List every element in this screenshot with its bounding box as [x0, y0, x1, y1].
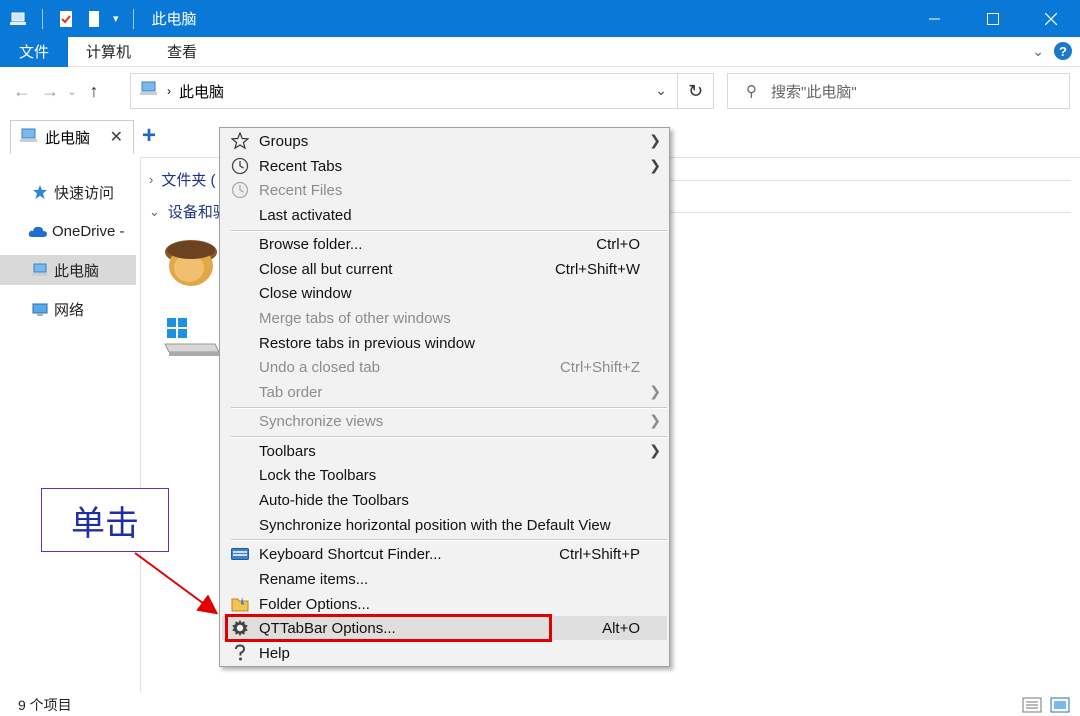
nav-label: 此电脑 [54, 262, 100, 280]
expand-ribbon-chevron-icon[interactable]: ⌄ [1032, 43, 1044, 60]
item-count: 9 个项目 [18, 697, 72, 713]
toolbar-separator [132, 8, 134, 29]
star-icon [30, 184, 50, 200]
status-bar: 9 个项目 [0, 694, 1080, 716]
recent-locations-chevron-icon[interactable]: ⌄ [64, 85, 80, 98]
submenu-arrow-icon: ❯ [649, 132, 661, 148]
computer-icon [139, 81, 159, 101]
menu-item-merge-tabs[interactable]: Merge tabs of other windows [222, 306, 667, 330]
address-bar[interactable]: › 此电脑 ⌄ ↻ [130, 73, 714, 109]
nav-label: 网络 [54, 301, 85, 319]
quick-access-toolbar: ▾ 此电脑 [0, 0, 197, 37]
menu-separator [231, 436, 667, 438]
clock-icon [230, 156, 250, 176]
submenu-arrow-icon: ❯ [649, 412, 661, 428]
back-arrow-icon[interactable]: ← [8, 81, 36, 102]
maximize-button[interactable] [964, 0, 1022, 37]
menu-item-close-window[interactable]: Close window [222, 281, 667, 305]
new-folder-icon[interactable] [85, 10, 103, 28]
details-view-icon[interactable] [1022, 697, 1042, 716]
close-button[interactable] [1022, 0, 1080, 37]
menu-item-browse-folder[interactable]: Browse folder... Ctrl+O [222, 232, 667, 256]
forward-arrow-icon[interactable]: → [36, 81, 64, 102]
minimize-button[interactable] [906, 0, 964, 37]
nav-label: OneDrive - [52, 222, 125, 240]
properties-icon[interactable] [57, 10, 75, 28]
drive-icon-acorn[interactable] [161, 230, 221, 294]
search-box[interactable]: ⚲ 搜索"此电脑" [727, 73, 1070, 109]
navigation-pane: 快速访问 OneDrive - 此电脑 网络 [0, 157, 137, 692]
folder-options-icon [230, 594, 250, 614]
tab-this-pc[interactable]: 此电脑 ✕ [10, 120, 134, 154]
menu-item-last-activated[interactable]: Last activated [222, 203, 667, 227]
cloud-icon [28, 224, 48, 238]
breadcrumb-separator-icon: › [167, 84, 171, 98]
keyboard-icon [230, 544, 250, 564]
submenu-arrow-icon: ❯ [649, 383, 661, 399]
tab-view[interactable]: 查看 [149, 37, 215, 67]
star-outline-icon [230, 131, 250, 151]
chevron-right-icon: › [149, 172, 154, 187]
customize-chevron-icon[interactable]: ▾ [113, 12, 119, 25]
click-annotation-label: 单击 [41, 488, 169, 552]
large-icons-view-icon[interactable] [1050, 697, 1070, 716]
menu-item-close-all-but-current[interactable]: Close all but current Ctrl+Shift+W [222, 257, 667, 281]
window-title: 此电脑 [151, 11, 197, 28]
menu-item-undo-closed-tab[interactable]: Undo a closed tab Ctrl+Shift+Z [222, 355, 667, 379]
computer-icon [19, 128, 39, 148]
drive-icon-windows[interactable] [163, 314, 221, 362]
menu-item-lock-toolbars[interactable]: Lock the Toolbars [222, 463, 667, 487]
submenu-arrow-icon: ❯ [649, 157, 661, 173]
address-dropdown-chevron-icon[interactable]: ⌄ [655, 82, 667, 99]
toolbar-separator [42, 8, 43, 29]
refresh-icon[interactable]: ↻ [677, 74, 713, 108]
menu-item-recent-files[interactable]: Recent Files [222, 178, 667, 202]
help-icon [230, 643, 250, 663]
group-header-folders[interactable]: › 文件夹 ( [149, 169, 216, 190]
qttabbar-context-menu: Groups ❯ Recent Tabs ❯ Recent Files Last… [219, 127, 670, 667]
network-icon [30, 301, 50, 317]
close-tab-icon[interactable]: ✕ [110, 127, 123, 147]
menu-item-rename-items[interactable]: Rename items... [222, 567, 667, 591]
clock-icon [230, 180, 250, 200]
computer-icon[interactable] [10, 10, 28, 28]
nav-label: 快速访问 [54, 184, 115, 202]
computer-icon [30, 263, 50, 277]
tab-file[interactable]: 文件 [0, 36, 68, 67]
ribbon-tabs: 文件 计算机 查看 ⌄ ? [0, 36, 1080, 67]
nav-item-network[interactable]: 网络 [0, 294, 136, 324]
tab-computer[interactable]: 计算机 [68, 37, 149, 67]
help-icon[interactable]: ? [1054, 42, 1072, 60]
submenu-arrow-icon: ❯ [649, 442, 661, 458]
address-row: ← → ⌄ ↑ › 此电脑 ⌄ ↻ ⚲ 搜索"此电脑" [0, 68, 1080, 114]
menu-item-recent-tabs[interactable]: Recent Tabs ❯ [222, 154, 667, 178]
menu-item-sync-horizontal-position[interactable]: Synchronize horizontal position with the… [222, 513, 667, 537]
breadcrumb-this-pc[interactable]: 此电脑 [179, 81, 224, 102]
add-tab-button[interactable]: + [142, 122, 156, 150]
menu-item-help[interactable]: Help [222, 641, 667, 665]
menu-item-keyboard-shortcut-finder[interactable]: Keyboard Shortcut Finder... Ctrl+Shift+P [222, 542, 667, 566]
menu-item-auto-hide-toolbars[interactable]: Auto-hide the Toolbars [222, 488, 667, 512]
chevron-down-icon: ⌄ [149, 203, 160, 219]
menu-item-tab-order[interactable]: Tab order ❯ [222, 380, 667, 404]
nav-item-this-pc[interactable]: 此电脑 [0, 255, 136, 285]
search-icon: ⚲ [746, 83, 757, 100]
highlight-box [225, 614, 552, 642]
nav-item-onedrive[interactable]: OneDrive - [0, 216, 136, 246]
menu-item-toolbars[interactable]: Toolbars ❯ [222, 439, 667, 463]
menu-item-folder-options[interactable]: Folder Options... [222, 592, 667, 616]
menu-item-restore-tabs[interactable]: Restore tabs in previous window [222, 331, 667, 355]
search-placeholder: 搜索"此电脑" [771, 83, 857, 101]
group-header-devices[interactable]: ⌄ 设备和驱 [149, 201, 228, 222]
nav-item-quick-access[interactable]: 快速访问 [0, 177, 136, 207]
up-arrow-icon[interactable]: ↑ [80, 81, 108, 102]
tab-label: 此电脑 [45, 130, 91, 147]
menu-item-groups[interactable]: Groups ❯ [222, 129, 667, 153]
menu-item-synchronize-views[interactable]: Synchronize views ❯ [222, 409, 667, 433]
menu-separator [231, 539, 667, 541]
title-bar: ▾ 此电脑 [0, 0, 1080, 37]
